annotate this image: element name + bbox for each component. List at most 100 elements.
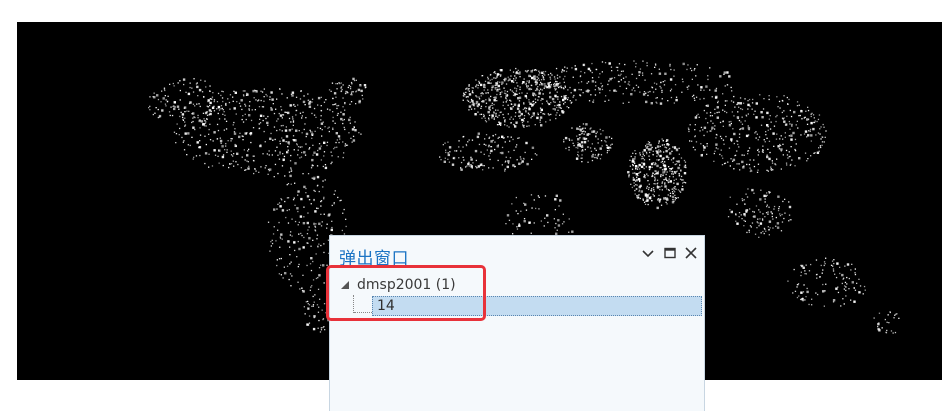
maximize-button[interactable]	[662, 245, 678, 261]
city-light-dot	[290, 183, 292, 185]
city-light-dot	[805, 296, 807, 298]
city-light-dot	[695, 96, 698, 98]
city-light-dot	[660, 175, 662, 178]
city-light-dot	[728, 75, 731, 78]
city-light-dot	[506, 90, 509, 93]
city-light-dot	[534, 93, 536, 95]
city-light-dot	[291, 91, 295, 94]
city-light-dot	[571, 139, 573, 141]
city-light-dot	[632, 152, 634, 154]
city-light-dot	[466, 96, 468, 98]
city-light-dot	[332, 111, 334, 113]
city-light-dot	[647, 91, 649, 93]
city-light-dot	[671, 191, 674, 193]
city-light-dot	[835, 276, 838, 279]
city-light-dot	[573, 88, 577, 92]
city-light-dot	[559, 101, 561, 103]
city-light-dot	[238, 135, 241, 139]
city-light-dot	[656, 164, 659, 168]
city-light-dot	[677, 197, 679, 199]
city-light-dot	[631, 73, 633, 75]
city-light-dot	[565, 97, 567, 99]
city-light-dot	[628, 101, 630, 103]
city-light-dot	[289, 246, 291, 248]
city-light-dot	[344, 103, 346, 105]
city-light-dot	[768, 140, 771, 142]
city-light-dot	[600, 154, 603, 156]
feature-row-selected[interactable]: 14	[372, 296, 702, 316]
city-light-dot	[767, 148, 769, 150]
city-light-dot	[782, 154, 784, 156]
city-light-dot	[766, 192, 768, 194]
city-light-dot	[568, 107, 570, 109]
city-light-dot	[688, 130, 690, 133]
city-light-dot	[182, 141, 184, 143]
city-light-dot	[287, 149, 289, 151]
city-light-dot	[825, 283, 827, 285]
city-light-dot	[711, 115, 713, 117]
close-button[interactable]	[683, 245, 699, 261]
city-light-dot	[666, 203, 668, 205]
city-light-dot	[657, 170, 659, 173]
city-light-dot	[538, 196, 540, 198]
city-light-dot	[580, 130, 582, 133]
city-light-dot	[302, 222, 306, 225]
city-light-dot	[549, 119, 551, 121]
city-light-dot	[232, 100, 234, 102]
city-light-dot	[534, 81, 536, 83]
city-light-dot	[645, 166, 647, 168]
chevron-down-icon	[642, 250, 654, 258]
options-button[interactable]	[640, 245, 656, 261]
city-light-dot	[681, 78, 684, 80]
city-light-dot	[642, 60, 644, 62]
city-light-dot	[328, 126, 330, 128]
city-light-dot	[745, 134, 749, 138]
city-light-dot	[791, 125, 793, 127]
city-light-dot	[789, 164, 791, 166]
city-light-dot	[533, 115, 535, 117]
city-light-dot	[669, 180, 672, 183]
city-light-dot	[300, 198, 302, 200]
popup-window[interactable]: 弹出窗口 dmsp2001 (1) 14	[329, 235, 705, 411]
city-light-dot	[661, 181, 664, 183]
city-light-dot	[313, 301, 315, 303]
city-light-dot	[736, 222, 739, 225]
city-light-dot	[766, 124, 769, 127]
city-light-dot	[194, 105, 196, 107]
city-light-dot	[639, 184, 642, 188]
city-light-dot	[740, 121, 742, 123]
city-light-dot	[806, 118, 809, 121]
city-light-dot	[706, 112, 708, 114]
city-light-dot	[508, 126, 510, 128]
city-light-dot	[821, 144, 823, 146]
city-light-dot	[289, 174, 292, 178]
city-light-dot	[600, 140, 603, 142]
city-light-dot	[672, 161, 674, 164]
city-light-dot	[242, 139, 244, 141]
city-light-dot	[758, 236, 760, 238]
city-light-dot	[302, 274, 304, 276]
city-light-dot	[610, 147, 612, 149]
city-light-dot	[773, 208, 775, 210]
city-light-dot	[301, 146, 303, 148]
city-light-dot	[350, 81, 353, 84]
city-light-dot	[447, 158, 449, 160]
city-light-dot	[528, 87, 531, 91]
city-light-dot	[642, 93, 646, 96]
city-light-dot	[771, 212, 773, 214]
expander-toggle[interactable]	[339, 279, 351, 291]
city-light-dot	[611, 143, 613, 145]
city-light-dot	[746, 163, 748, 166]
city-light-dot	[783, 120, 786, 123]
city-light-dot	[493, 117, 495, 119]
layer-tree-node[interactable]: dmsp2001 (1)	[339, 276, 456, 294]
city-light-dot	[670, 96, 673, 99]
city-light-dot	[175, 142, 177, 144]
city-light-dot	[339, 138, 341, 140]
city-light-dot	[164, 89, 166, 92]
city-light-dot	[297, 149, 299, 151]
city-light-dot	[222, 113, 224, 115]
city-light-dot	[360, 89, 363, 93]
city-light-dot	[818, 114, 821, 116]
city-light-dot	[854, 268, 856, 270]
